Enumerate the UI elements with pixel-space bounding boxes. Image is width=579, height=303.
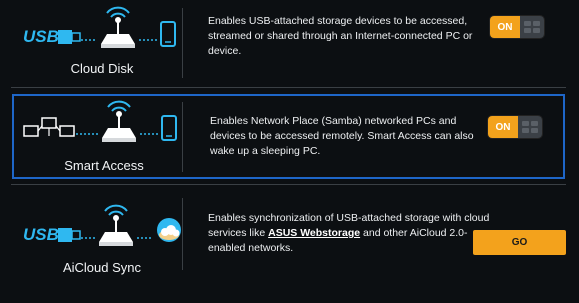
cloud-disk-title: Cloud Disk <box>70 61 134 76</box>
network-pcs-icon <box>23 117 75 137</box>
cloud-disk-row: USB Cloud Disk Enables USB-attached stor… <box>11 0 566 82</box>
cloud-icon <box>157 218 181 242</box>
aicloud-sync-row: USB AiCloud Sync Enables synchronization… <box>11 190 566 286</box>
router-icon <box>101 6 135 48</box>
asus-webstorage-link[interactable]: ASUS Webstorage <box>268 227 360 239</box>
smart-access-description: Enables Network Place (Samba) networked … <box>210 115 474 157</box>
smart-access-row: Smart Access Enables Network Place (Samb… <box>12 94 565 179</box>
phone-icon <box>161 115 177 141</box>
toggle-on-label: ON <box>488 116 518 138</box>
usb-icon: USB <box>23 27 81 46</box>
phone-icon <box>160 21 176 47</box>
usb-icon: USB <box>23 225 81 244</box>
row-separator <box>11 184 566 185</box>
smart-access-title: Smart Access <box>64 158 144 173</box>
go-button[interactable]: GO <box>473 230 566 255</box>
router-icon <box>99 204 133 246</box>
row-separator <box>11 87 566 88</box>
aicloud-sync-description: Enables synchronization of USB-attached … <box>208 211 490 256</box>
svg-text:USB: USB <box>23 27 59 46</box>
svg-text:USB: USB <box>23 225 59 244</box>
cloud-disk-description: Enables USB-attached storage devices to … <box>208 15 473 57</box>
aicloud-sync-title: AiCloud Sync <box>62 260 142 275</box>
smart-access-toggle[interactable]: ON <box>488 116 542 138</box>
toggle-on-label: ON <box>490 16 520 38</box>
router-icon <box>102 100 136 142</box>
toggle-grip-icon <box>518 116 542 138</box>
toggle-grip-icon <box>520 16 544 38</box>
cloud-disk-toggle[interactable]: ON <box>490 16 544 38</box>
